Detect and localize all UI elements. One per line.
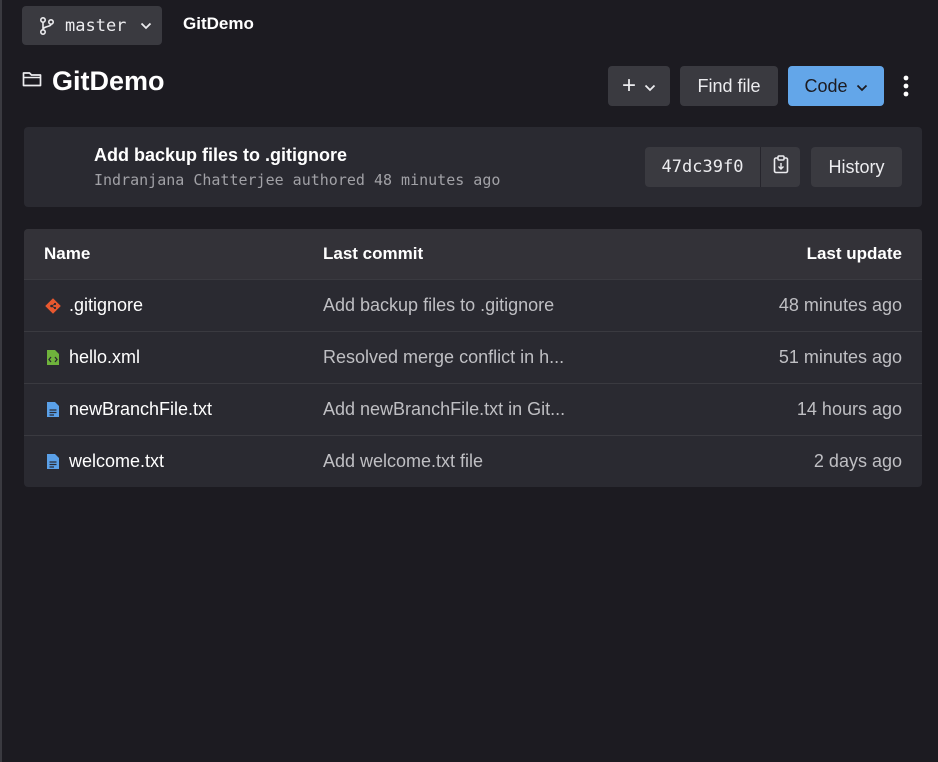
file-name-cell: .gitignore — [24, 295, 323, 316]
clipboard-icon — [773, 155, 789, 179]
last-commit-panel: Add backup files to .gitignore Indranjan… — [24, 127, 922, 207]
commit-sha-group: 47dc39f0 — [645, 147, 800, 187]
commit-sha[interactable]: 47dc39f0 — [645, 147, 760, 187]
table-row[interactable]: welcome.txt Add welcome.txt file 2 days … — [24, 436, 922, 487]
file-name[interactable]: hello.xml — [69, 347, 140, 368]
text-file-icon — [44, 453, 61, 470]
breadcrumb-project[interactable]: GitDemo — [183, 14, 254, 34]
file-name[interactable]: .gitignore — [69, 295, 143, 316]
file-last-update: 14 hours ago — [796, 399, 902, 419]
commit-meta: Indranjana Chatterjee authored 48 minute… — [94, 171, 501, 189]
branch-label: master — [65, 15, 127, 36]
table-row[interactable]: newBranchFile.txt Add newBranchFile.txt … — [24, 384, 922, 436]
commit-message[interactable]: Add backup files to .gitignore — [94, 145, 347, 166]
chevron-down-icon — [856, 76, 868, 97]
table-row[interactable]: hello.xml Resolved merge conflict in h..… — [24, 332, 922, 384]
file-name[interactable]: newBranchFile.txt — [69, 399, 212, 420]
file-last-update: 51 minutes ago — [778, 347, 902, 367]
file-name-cell: hello.xml — [24, 347, 323, 368]
file-last-commit[interactable]: Add welcome.txt file — [323, 451, 683, 472]
add-dropdown-button[interactable]: + — [608, 66, 670, 106]
git-icon — [44, 297, 61, 314]
more-options-icon[interactable] — [894, 66, 918, 106]
copy-sha-button[interactable] — [760, 147, 800, 187]
file-name-cell: welcome.txt — [24, 451, 323, 472]
chevron-down-icon — [140, 17, 152, 35]
column-header-last-update: Last update — [806, 244, 902, 263]
file-last-commit[interactable]: Resolved merge conflict in h... — [323, 347, 683, 368]
table-header: Name Last commit Last update — [24, 229, 922, 280]
table-row[interactable]: .gitignore Add backup files to .gitignor… — [24, 280, 922, 332]
branch-selector[interactable]: master — [22, 6, 162, 45]
code-button-label: Code — [804, 75, 848, 96]
git-branch-icon — [38, 16, 55, 35]
page-title: GitDemo — [52, 66, 165, 96]
file-last-update: 48 minutes ago — [778, 295, 902, 315]
code-dropdown-button[interactable]: Code — [788, 66, 884, 106]
text-file-icon — [44, 401, 61, 418]
repository-page: master GitDemo GitDemo + Find file Code — [0, 0, 938, 762]
folder-icon — [22, 70, 42, 93]
find-file-button[interactable]: Find file — [680, 66, 778, 106]
file-name-cell: newBranchFile.txt — [24, 399, 323, 420]
page-header: GitDemo — [22, 66, 165, 97]
file-name[interactable]: welcome.txt — [69, 451, 164, 472]
xml-file-icon — [44, 349, 61, 366]
file-last-commit[interactable]: Add backup files to .gitignore — [323, 295, 683, 316]
column-header-last-commit: Last commit — [323, 244, 424, 263]
chevron-down-icon — [644, 76, 656, 97]
file-table: Name Last commit Last update .gitignore … — [24, 229, 922, 487]
plus-icon: + — [621, 72, 636, 99]
column-header-name: Name — [44, 244, 91, 263]
header-actions: + Find file Code — [608, 66, 918, 106]
history-button[interactable]: History — [811, 147, 902, 187]
file-last-commit[interactable]: Add newBranchFile.txt in Git... — [323, 399, 683, 420]
file-last-update: 2 days ago — [813, 451, 902, 471]
